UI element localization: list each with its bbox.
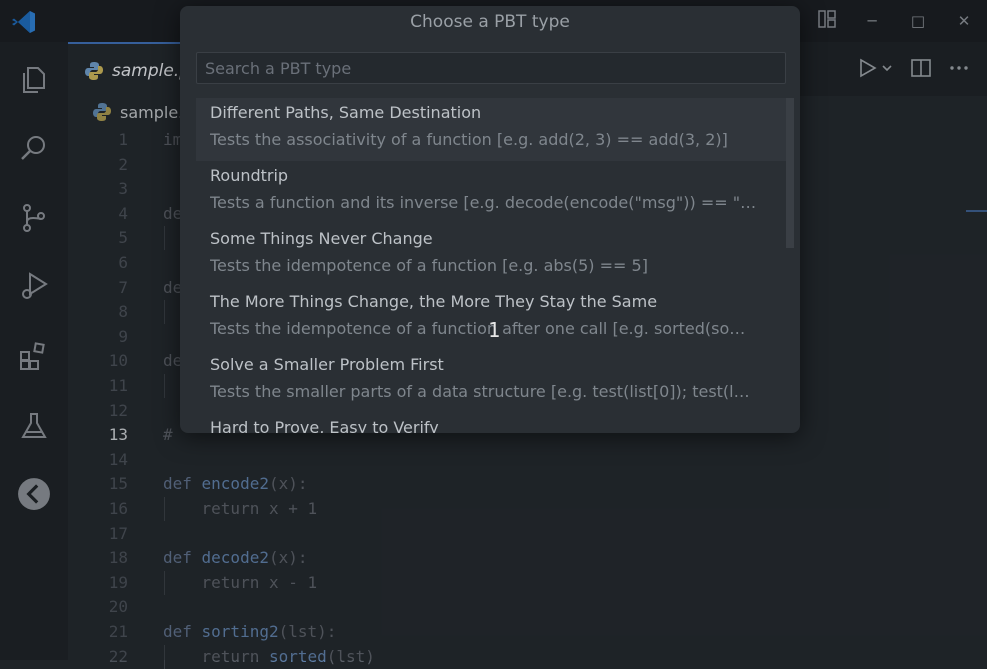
item-label: Some Things Never Change xyxy=(210,229,433,248)
quick-pick-title: Choose a PBT type xyxy=(410,12,570,32)
quick-pick-item[interactable]: Solve a Smaller Problem First Tests the s… xyxy=(196,350,786,413)
item-label: Different Paths, Same Destination xyxy=(210,103,482,122)
mouse-cursor-indicator: 1 xyxy=(488,318,501,342)
item-label: Hard to Prove, Easy to Verify xyxy=(210,418,439,433)
item-label: Roundtrip xyxy=(210,166,289,185)
quick-pick-item[interactable]: Roundtrip Tests a function and its invers… xyxy=(196,161,786,224)
item-description: Tests the smaller parts of a data struct… xyxy=(210,382,750,401)
quick-pick: Choose a PBT type Different Paths, Same … xyxy=(180,6,800,433)
item-description: Tests the idempotence of a function [e.g… xyxy=(210,256,648,275)
quick-pick-item[interactable]: Different Paths, Same Destination Tests t… xyxy=(196,98,786,161)
item-label: The More Things Change, the More They St… xyxy=(210,292,658,311)
item-description: Tests a function and its inverse [e.g. d… xyxy=(210,193,757,212)
item-description: Tests the associativity of a function [e… xyxy=(210,130,728,149)
quick-pick-list: Different Paths, Same Destination Tests t… xyxy=(196,98,786,433)
scrollbar[interactable] xyxy=(786,98,794,248)
item-label: Solve a Smaller Problem First xyxy=(210,355,444,374)
quick-pick-item[interactable]: Hard to Prove, Easy to Verify xyxy=(196,413,786,433)
quick-pick-item[interactable]: Some Things Never Change Tests the idempo… xyxy=(196,224,786,287)
search-input[interactable] xyxy=(196,52,786,84)
